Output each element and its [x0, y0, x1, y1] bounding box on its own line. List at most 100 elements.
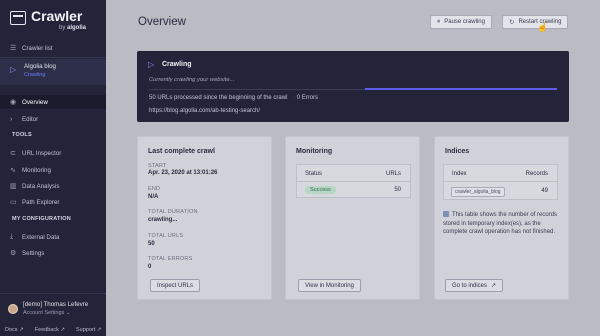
go-to-indices-label: Go to indices [452, 282, 488, 289]
duration-label: TOTAL DURATION [148, 209, 198, 215]
info-icon [443, 211, 449, 217]
docs-label: Docs [5, 327, 18, 333]
chevron-down-icon: ⌄ [65, 310, 71, 316]
user-menu[interactable]: [demo] Thomas Lefevre Account Settings ⌄ [8, 301, 88, 316]
sidebar-item-url-inspector[interactable]: ⊂ URL Inspector [0, 146, 106, 160]
account-settings-label: Account Settings [23, 310, 65, 316]
sidebar-item-editor[interactable]: › Editor [0, 112, 106, 126]
total-urls-value: 50 [148, 241, 155, 247]
urls-text: URLs processed since the beginning of th… [157, 95, 288, 101]
sidebar-item-label: Crawler list [22, 44, 53, 52]
status-badge: Success [305, 186, 336, 194]
sidebar-item-label: External Data [22, 233, 60, 241]
last-crawl-title: Last complete crawl [148, 148, 215, 155]
total-urls-label: TOTAL URLS [148, 233, 184, 239]
sidebar-item-external-data[interactable]: ⤓ External Data [0, 230, 106, 244]
sidebar-item-label: Editor [22, 115, 39, 123]
start-value: Apr. 23, 2020 at 13:01:26 [148, 170, 218, 176]
end-value: N/A [148, 194, 159, 200]
sidebar-item-label: Data Analysis [22, 182, 60, 190]
brand-text: algolia [67, 25, 87, 31]
docs-link[interactable]: Docs ↗ [5, 327, 24, 333]
errors-count: 0 [296, 95, 301, 101]
folder-icon: ▭ [10, 199, 17, 206]
sidebar-item-crawler-list[interactable]: ☰ Crawler list [0, 41, 106, 55]
project-name: Algolia blog [24, 63, 56, 70]
sidebar-item-label: Path Explorer [22, 198, 60, 206]
progress-bar [365, 88, 557, 90]
project-selector[interactable]: ▷ Algolia blog Crawling [0, 59, 106, 85]
urls-count: 50 [149, 95, 156, 101]
table-divider [444, 181, 557, 182]
pause-crawling-button[interactable]: ⏸ Pause crawling [430, 15, 492, 29]
code-icon: › [10, 115, 13, 123]
inspect-urls-button[interactable]: Inspect URLs [150, 279, 201, 292]
sidebar-divider [0, 293, 106, 294]
list-icon: ☰ [10, 45, 17, 52]
start-label: START [148, 163, 167, 169]
table-divider [297, 181, 410, 182]
support-label: Support [75, 327, 96, 333]
monitoring-title: Monitoring [296, 148, 333, 155]
sidebar-item-settings[interactable]: ⚙ Settings [0, 246, 106, 260]
urls-count: 50 [394, 187, 401, 193]
sidebar-divider [0, 57, 106, 58]
total-errors-value: 0 [148, 264, 152, 270]
crawling-status-card: ▷ Crawling Currently crawling your websi… [137, 51, 569, 122]
pause-icon: ⏸ [437, 18, 441, 25]
indices-note-text: This table shows the number of records s… [443, 212, 558, 235]
end-label: END [148, 186, 161, 192]
user-name: [demo] Thomas Lefevre [23, 301, 89, 308]
status-column-header: Status [305, 171, 323, 177]
index-column-header: Index [452, 171, 467, 177]
crawler-logo[interactable]: Crawler by algolia [10, 8, 86, 32]
monitoring-card: Monitoring Status URLs Success 50 View i… [285, 136, 420, 300]
indices-note: This table shows the number of records s… [443, 211, 563, 237]
indices-title: Indices [445, 148, 470, 155]
tools-heading: TOOLS [12, 132, 32, 138]
sidebar-item-overview[interactable]: ◉ Overview [0, 95, 106, 109]
mouse-cursor-icon: ☝ [537, 22, 549, 32]
view-in-monitoring-button[interactable]: View in Monitoring [298, 279, 361, 292]
sidebar-item-monitoring[interactable]: ∿ Monitoring [0, 163, 106, 177]
duration-value: crawling... [148, 217, 178, 223]
feedback-label: Feedback [34, 327, 59, 333]
chart-icon: ▥ [10, 183, 17, 190]
indices-table: Index Records crawler_algolia_blog 49 [443, 164, 558, 200]
monitoring-table: Status URLs Success 50 [296, 164, 411, 198]
project-status: Crawling [24, 72, 46, 78]
records-column-header: Records [525, 171, 548, 177]
pulse-icon: ∿ [10, 167, 16, 174]
support-link[interactable]: Support ↗ [76, 327, 101, 333]
external-link-icon: ↗ [96, 327, 102, 333]
sidebar-item-label: Overview [22, 98, 48, 106]
total-errors-label: TOTAL ERRORS [148, 256, 193, 262]
current-url: https://blog.algolia.com/ab-testing-sear… [149, 108, 261, 114]
external-link-icon: ↗ [491, 283, 497, 289]
play-icon: ▷ [148, 60, 155, 69]
refresh-icon: ↻ [509, 19, 515, 26]
restart-crawling-button[interactable]: ↻ Restart crawling [502, 15, 569, 29]
page-title: Overview [138, 16, 186, 28]
crawling-status-text: Currently crawling your website... [149, 77, 235, 83]
errors-text: Errors [301, 95, 319, 101]
external-link-icon: ↗ [60, 327, 65, 333]
avatar [8, 303, 18, 314]
sidebar-item-path-explorer[interactable]: ▭ Path Explorer [0, 195, 106, 209]
config-heading: MY CONFIGURATION [12, 216, 71, 222]
sidebar-item-label: Monitoring [22, 166, 51, 174]
footer-links: Docs ↗ Feedback ↗ Support ↗ [5, 327, 101, 333]
external-link-icon: ↗ [19, 327, 24, 333]
go-to-indices-button[interactable]: Go to indices ↗ [445, 279, 504, 292]
sidebar-item-data-analysis[interactable]: ▥ Data Analysis [0, 179, 106, 193]
index-name-tag[interactable]: crawler_algolia_blog [451, 187, 505, 197]
crawl-stats: 50 URLs processed since the beginning of… [149, 95, 319, 101]
records-count: 49 [541, 188, 548, 194]
crawling-title: Crawling [162, 61, 192, 68]
indices-card: Indices Index Records crawler_algolia_bl… [434, 136, 569, 300]
urls-column-header: URLs [385, 171, 401, 177]
feedback-link[interactable]: Feedback ↗ [35, 327, 65, 333]
account-settings-link[interactable]: Account Settings ⌄ [23, 310, 88, 316]
last-crawl-card: Last complete crawl START Apr. 23, 2020 … [137, 136, 272, 300]
sidebar-item-label: URL Inspector [22, 149, 62, 157]
